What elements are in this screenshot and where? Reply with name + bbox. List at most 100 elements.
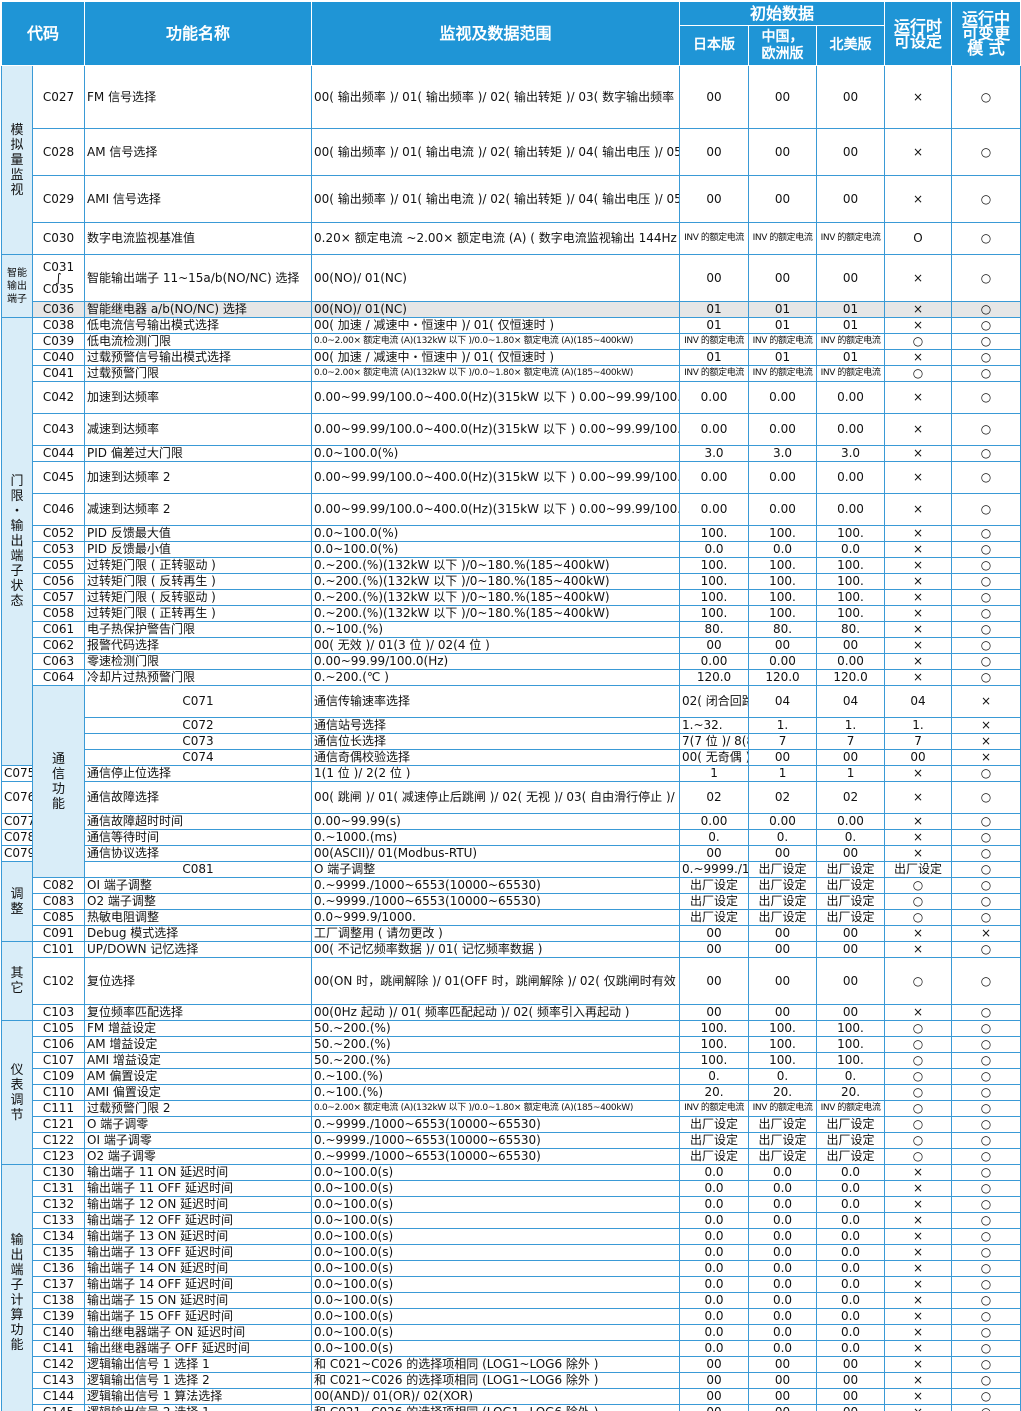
initial-na: 00 (816, 1356, 886, 1373)
run-set-mark: ○ (884, 333, 953, 350)
run-change-mark: ○ (951, 605, 1021, 622)
run-change-mark: ○ (951, 525, 1021, 542)
param-code: C056 (31, 573, 86, 590)
param-range: 0.0~100.0(s) (311, 1340, 681, 1357)
table-row: C085 热敏电阻调整 0.0~999.9/1000. 出厂设定 出厂设定 出厂设定 ○ ○ (2, 909, 1021, 926)
initial-na: 01 (816, 349, 886, 366)
initial-jp: 100. (679, 605, 750, 622)
param-name: 零速检测门限 (84, 653, 313, 670)
run-change-mark: ○ (951, 845, 1021, 862)
initial-jp: 100. (679, 1052, 750, 1069)
param-name: 复位选择 (84, 957, 313, 1005)
param-name: 输出端子 11 OFF 延迟时间 (84, 1180, 313, 1197)
param-range: 02( 闭合回路检测 )/ 03(2400bps)/ 04(4800bps) /… (679, 685, 750, 718)
initial-na: 0. (816, 829, 886, 846)
run-change-mark: ○ (951, 877, 1021, 894)
run-set-mark: × (884, 573, 953, 590)
param-range: 0.20× 额定电流 ~2.00× 额定电流 (A) ( 数字电流监视输出 14… (311, 222, 681, 255)
initial-jp: 出厂设定 (679, 1132, 750, 1149)
initial-cn: 00 (748, 1356, 818, 1373)
initial-cn: 0.0 (748, 1164, 818, 1181)
table-row: C083 O2 端子调整 0.~9999./1000~6553(10000~6553… (2, 893, 1021, 910)
param-range: 0.~200.(%)(132kW 以下 )/0~180.%(185~400kW) (311, 557, 681, 574)
param-code: C142 (31, 1356, 86, 1373)
run-change-mark: ○ (951, 669, 1021, 686)
initial-na: 00 (816, 65, 886, 129)
run-change-mark: ○ (951, 1164, 1021, 1181)
run-set-mark: × (884, 493, 953, 526)
table-row: C073通信位长选择7(7 位 )/ 8(8 位 )777×○ (2, 733, 1021, 750)
param-code: C064 (31, 669, 86, 686)
param-name: 数字电流监视基准值 (84, 222, 313, 255)
param-name: Debug 模式选择 (84, 925, 313, 942)
initial-na: 0.0 (816, 1260, 886, 1277)
initial-cn: 出厂设定 (748, 893, 818, 910)
run-set-mark: ○ (884, 1068, 953, 1085)
param-name: 电子热保护警告门限 (84, 621, 313, 638)
table-row: C046 减速到达频率 2 0.00~99.99/100.0~400.0(Hz)(3… (2, 493, 1021, 526)
table-row: C052 PID 反馈最大值 0.0~100.0(%) 100. 100. 100. × ○ (2, 525, 1021, 542)
param-code: C057 (31, 589, 86, 606)
header-cn: 中国， 欧洲版 (748, 25, 818, 66)
run-set-mark: × (884, 381, 953, 414)
param-code: C030 (31, 222, 86, 255)
run-set-mark: × (951, 733, 1021, 750)
initial-jp: 120.0 (679, 669, 750, 686)
initial-jp: 00 (679, 254, 750, 302)
param-range: 00( 无奇偶 )/ 01( 偶校验 )/ 02( 奇校验 ) (679, 749, 750, 766)
initial-jp: 00 (679, 128, 750, 176)
table-row: C072通信站号选择1.~32.1.1.1.×○ (2, 717, 1021, 734)
param-range: 和 C021~C026 的选择项相同 (LOG1~LOG6 除外 ) (311, 1404, 681, 1411)
initial-cn: 00 (748, 65, 818, 129)
param-name: 过转矩门限 ( 正转驱动 ) (84, 557, 313, 574)
run-set-mark: × (884, 175, 953, 223)
initial-na: 出厂设定 (816, 877, 886, 894)
initial-jp: 0. (679, 1068, 750, 1085)
header-jp: 日本版 (679, 25, 750, 66)
header-initial: 初始数据 (679, 1, 886, 26)
initial-na: 0.0 (816, 1228, 886, 1245)
initial-cn: 0.0 (748, 1340, 818, 1357)
initial-jp: 00 (679, 637, 750, 654)
initial-na: 0.0 (816, 1196, 886, 1213)
run-set-mark: × (884, 621, 953, 638)
param-name: 逻辑输出信号 1 选择 2 (84, 1372, 313, 1389)
param-range: 00(NO)/ 01(NC) (311, 254, 681, 302)
run-change-mark: ○ (951, 1148, 1021, 1165)
run-set-mark: × (951, 749, 1021, 766)
table-row: 仪 表 调 节 C105 FM 增益设定 50.~200.(%) 100. 100. 100… (1, 1020, 1021, 1165)
param-range: 0.~200.(℃ ) (311, 669, 681, 686)
param-name: 过转矩门限 ( 反转再生 ) (84, 573, 313, 590)
initial-jp: 0.00 (679, 413, 750, 446)
param-code: C074 (84, 749, 313, 766)
initial-na: 0. (816, 1068, 886, 1085)
param-name: PID 反馈最大值 (84, 525, 313, 542)
run-set-mark: × (884, 765, 953, 782)
param-range: 0.0~100.0(s) (311, 1212, 681, 1229)
param-name: 通信停止位选择 (84, 765, 313, 782)
run-set-mark: × (884, 413, 953, 446)
param-range: 0.~200.(%)(132kW 以下 )/0~180.%(185~400kW) (311, 605, 681, 622)
run-set-mark: × (884, 1244, 953, 1261)
param-code: C038 (31, 317, 86, 334)
param-range: 和 C021~C026 的选择项相同 (LOG1~LOG6 除外 ) (311, 1356, 681, 1373)
param-code: C135 (31, 1244, 86, 1261)
run-change-mark: ○ (951, 381, 1021, 414)
table-row: C045 加速到达频率 2 0.00~99.99/100.0~400.0(Hz)(3… (2, 461, 1021, 494)
param-code: C062 (31, 637, 86, 654)
initial-cn: 7 (816, 733, 886, 750)
initial-jp: 0.00 (679, 813, 750, 830)
param-name: 输出端子 11 ON 延迟时间 (84, 1164, 313, 1181)
run-set-mark: × (951, 717, 1021, 734)
param-name: 加速到达频率 (84, 381, 313, 414)
table-row: C057 过转矩门限 ( 反转驱动 ) 0.~200.(%)(132kW 以下 )/… (2, 589, 1021, 606)
initial-cn: 00 (748, 254, 818, 302)
initial-na: 00 (816, 637, 886, 654)
param-name: 减速到达频率 (84, 413, 313, 446)
run-set-mark: × (884, 1180, 953, 1197)
initial-jp: 00 (679, 65, 750, 129)
run-change-mark: ○ (951, 1020, 1021, 1037)
run-set-mark: × (884, 1292, 953, 1309)
run-change-mark: ○ (951, 1404, 1021, 1411)
param-code: C105 (31, 1020, 86, 1037)
